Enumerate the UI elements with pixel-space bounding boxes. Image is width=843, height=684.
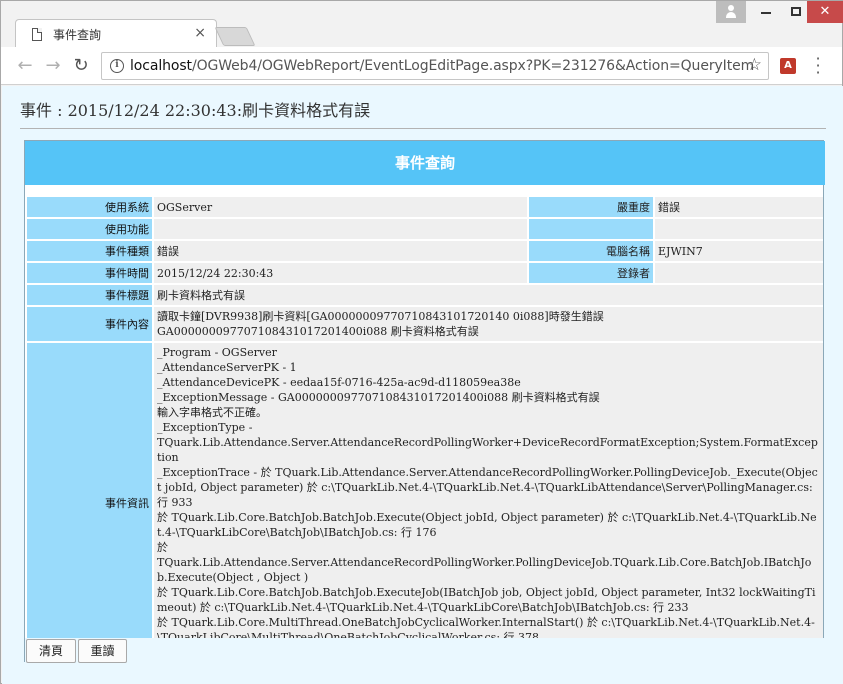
- panel-header: 事件查詢: [25, 141, 825, 185]
- panel-footer: [25, 638, 825, 663]
- clear-page-button[interactable]: 清頁: [26, 639, 76, 663]
- bookmark-star-icon[interactable]: ☆: [747, 55, 762, 75]
- minimize-button[interactable]: [751, 1, 781, 23]
- info-line: _Program - OGServer: [157, 346, 277, 359]
- severity-value: 錯誤: [655, 197, 823, 217]
- table-row: 使用系統 OGServer 嚴重度 錯誤: [27, 197, 823, 217]
- subject-value: 刷卡資料格式有誤: [154, 285, 823, 305]
- reload-icon[interactable]: ↻: [71, 55, 91, 76]
- event-query-panel: 事件查詢 使用系統 OGServer 嚴重度 錯誤 使用功能 事件種類 錯誤 電…: [24, 140, 825, 664]
- info-line: _AttendanceServerPK - 1: [157, 361, 297, 374]
- browser-tab[interactable]: 事件查詢 ×: [15, 19, 217, 48]
- info-label: 事件資訊: [27, 343, 152, 662]
- address-bar[interactable]: i localhost/OGWeb4/OGWebReport/EventLogE…: [101, 52, 769, 80]
- time-label: 事件時間: [27, 263, 152, 283]
- table-row: 事件種類 錯誤 電腦名稱 EJWIN7: [27, 241, 823, 261]
- severity-label: 嚴重度: [529, 197, 653, 217]
- page-title: 事件 : 2015/12/24 22:30:43:刷卡資料格式有誤: [20, 101, 371, 120]
- login-value: [655, 263, 823, 283]
- back-arrow-icon[interactable]: ←: [15, 55, 35, 76]
- user-profile-button[interactable]: [716, 1, 746, 23]
- forward-arrow-icon[interactable]: →: [43, 55, 63, 76]
- info-line: 於 TQuark.Lib.Core.BatchJob.BatchJob.Exec…: [157, 511, 817, 539]
- empty-label: [529, 219, 653, 239]
- info-line: TQuark.Lib.Attendance.Server.AttendanceR…: [157, 436, 818, 464]
- table-row: 事件內容 讀取卡鐘[DVR9938]刷卡資料[GA000000097707108…: [27, 307, 823, 341]
- info-value: _Program - OGServer _AttendanceServerPK -…: [154, 343, 823, 662]
- info-line: 於: [157, 541, 168, 554]
- info-line: _ExceptionTrace - 於 TQuark.Lib.Attendanc…: [157, 466, 818, 509]
- new-tab-button[interactable]: [214, 27, 256, 46]
- pdf-extension-icon[interactable]: A: [780, 58, 796, 74]
- page-content: 事件 : 2015/12/24 22:30:43:刷卡資料格式有誤 事件查詢 使…: [2, 86, 843, 684]
- close-window-button[interactable]: ✕: [807, 1, 843, 23]
- info-line: _ExceptionMessage - GA000000097707108431…: [157, 391, 600, 404]
- computer-value: EJWIN7: [655, 241, 823, 261]
- title-bar: 事件查詢 × ✕: [1, 1, 843, 48]
- content-value: 讀取卡鐘[DVR9938]刷卡資料[GA00000009770710843101…: [154, 307, 823, 341]
- computer-label: 電腦名稱: [529, 241, 653, 261]
- system-value: OGServer: [154, 197, 527, 217]
- info-icon[interactable]: i: [110, 59, 124, 73]
- info-line: 於 TQuark.Lib.Core.BatchJob.BatchJob.Exec…: [157, 586, 816, 614]
- table-row: 事件時間 2015/12/24 22:30:43 登錄者: [27, 263, 823, 283]
- browser-toolbar: ← → ↻ i localhost/OGWeb4/OGWebReport/Eve…: [1, 47, 842, 85]
- info-line: TQuark.Lib.Attendance.Server.AttendanceR…: [157, 556, 812, 584]
- url-text[interactable]: localhost/OGWeb4/OGWebReport/EventLogEdi…: [130, 58, 754, 74]
- event-form-table: 使用系統 OGServer 嚴重度 錯誤 使用功能 事件種類 錯誤 電腦名稱 E…: [25, 195, 825, 664]
- menu-dots-icon[interactable]: · · ·: [813, 51, 823, 81]
- content-label: 事件內容: [27, 307, 152, 341]
- empty-value: [655, 219, 823, 239]
- divider: [20, 128, 826, 129]
- info-line: _ExceptionType -: [157, 421, 253, 434]
- system-label: 使用系統: [27, 197, 152, 217]
- type-value: 錯誤: [154, 241, 527, 261]
- close-icon: ✕: [819, 4, 831, 19]
- reread-button[interactable]: 重讀: [78, 639, 127, 663]
- table-row: 使用功能: [27, 219, 823, 239]
- time-value: 2015/12/24 22:30:43: [154, 263, 527, 283]
- info-line: _AttendanceDevicePK - eedaa15f-0716-425a…: [157, 376, 521, 389]
- maximize-icon: [791, 7, 801, 16]
- login-label: 登錄者: [529, 263, 653, 283]
- page-icon: [32, 28, 42, 41]
- subject-label: 事件標題: [27, 285, 152, 305]
- tab-close-icon[interactable]: ×: [194, 25, 206, 41]
- user-icon: [726, 5, 736, 19]
- minimize-icon: [761, 12, 771, 14]
- tab-title: 事件查詢: [53, 28, 102, 42]
- function-label: 使用功能: [27, 219, 152, 239]
- browser-window: 事件查詢 × ✕ ← → ↻ i localhost/OGWeb4/OGWebR…: [0, 0, 843, 684]
- info-line: 輸入字串格式不正確。: [157, 406, 267, 419]
- table-row: 事件資訊 _Program - OGServer _AttendanceServe…: [27, 343, 823, 662]
- info-lines: _Program - OGServer _AttendanceServerPK -…: [157, 345, 820, 660]
- table-row: 事件標題 刷卡資料格式有誤: [27, 285, 823, 305]
- type-label: 事件種類: [27, 241, 152, 261]
- function-value: [154, 219, 527, 239]
